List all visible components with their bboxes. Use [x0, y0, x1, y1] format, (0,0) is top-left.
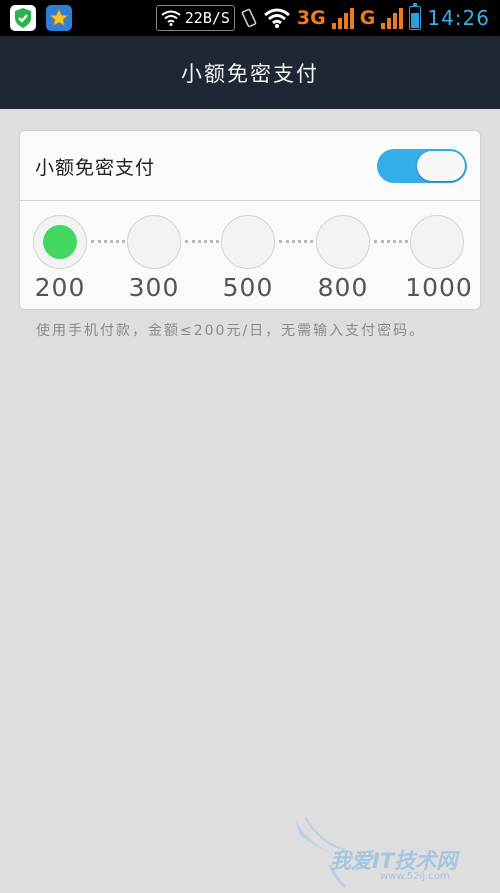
small-payment-toggle[interactable]: [377, 149, 467, 183]
notification-icons: [10, 5, 72, 31]
shield-icon: [10, 5, 36, 31]
toggle-knob: [417, 151, 465, 181]
amount-radio-1000: [410, 215, 464, 269]
battery-icon: [409, 3, 422, 30]
page-title: 小额免密支付: [181, 61, 319, 86]
network-3g-label: 3G: [296, 7, 326, 29]
wifi-small-icon: [161, 10, 181, 26]
page-header: 小额免密支付: [0, 36, 500, 109]
amount-option-500[interactable]: [221, 215, 275, 269]
dotted-connector: [374, 240, 408, 247]
network-speed: 22B/S: [155, 5, 235, 31]
amount-radio-800: [316, 215, 370, 269]
setting-label: 小额免密支付: [35, 157, 156, 179]
amount-option-300[interactable]: [127, 215, 181, 269]
watermark-url: www.52ij.com: [380, 871, 450, 882]
dotted-connector: [279, 240, 313, 247]
amount-option-800[interactable]: [316, 215, 370, 269]
status-indicators: 22B/S 3G G 14:26: [155, 3, 490, 33]
setting-row: 小额免密支付: [20, 131, 480, 201]
signal-bars-2-icon: [381, 7, 404, 29]
amount-option-200[interactable]: [33, 215, 87, 269]
vibrate-icon: [241, 8, 257, 28]
amount-radio-500: [221, 215, 275, 269]
clock: 14:26: [427, 6, 490, 30]
signal-bars-icon: [331, 7, 354, 29]
amount-label: 1000: [405, 273, 473, 302]
amount-label: 800: [317, 273, 369, 302]
hint-text: 使用手机付款，金额≤200元/日，无需输入支付密码。: [36, 323, 426, 339]
wifi-icon: [263, 8, 290, 28]
setting-card: 小额免密支付 200 300 500 800 1000: [19, 130, 481, 310]
dotted-connector: [91, 240, 125, 247]
status-bar: 22B/S 3G G 14:26: [0, 0, 500, 36]
amount-option-1000[interactable]: [410, 215, 464, 269]
amount-radio-300: [127, 215, 181, 269]
amount-label: 500: [222, 273, 274, 302]
amount-radio-200: [33, 215, 87, 269]
watermark: 我爱IT技术网 www.52ij.com: [290, 815, 500, 889]
dotted-connector: [185, 240, 219, 247]
amount-label: 300: [128, 273, 180, 302]
selected-dot: [43, 225, 77, 259]
amount-label: 200: [34, 273, 86, 302]
star-app-icon: [46, 5, 72, 31]
speed-text: 22B/S: [184, 9, 230, 27]
network-g-label: G: [359, 7, 376, 29]
